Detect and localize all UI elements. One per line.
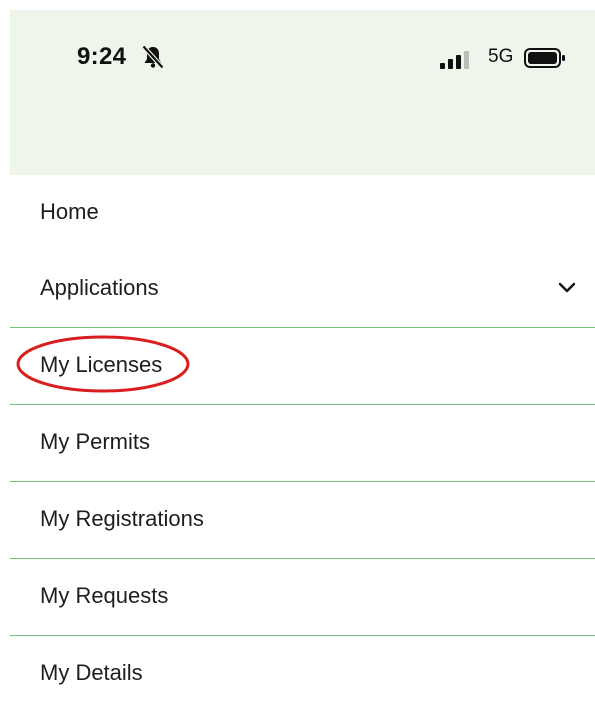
menu-item-label: Home [40, 199, 99, 224]
menu-item-label: My Details [40, 660, 143, 685]
network-type: 5G [488, 46, 514, 67]
signal-bars-icon [440, 51, 469, 69]
header-area: 9:24 5G [10, 10, 595, 175]
menu-item-label: My Licenses [40, 352, 163, 377]
menu-item-my-registrations[interactable]: My Registrations [10, 482, 595, 559]
menu-item-home[interactable]: Home [10, 175, 595, 251]
menu-item-label: My Permits [40, 429, 150, 454]
menu-item-my-permits[interactable]: My Permits [10, 405, 595, 482]
menu-item-label: My Requests [40, 583, 169, 608]
menu-item-applications[interactable]: Applications [10, 251, 595, 328]
menu-item-my-licenses[interactable]: My Licenses [10, 328, 595, 405]
bell-slash-icon [141, 44, 165, 70]
menu-item-my-requests[interactable]: My Requests [10, 559, 595, 636]
battery-icon [524, 48, 565, 68]
menu-item-my-details[interactable]: My Details [10, 636, 595, 713]
navigation-menu: Home Applications My Licenses My Permits… [10, 175, 595, 713]
chevron-down-icon[interactable] [557, 281, 577, 295]
status-time: 9:24 [77, 43, 127, 70]
menu-item-label: My Registrations [40, 506, 204, 531]
menu-item-label: Applications [40, 275, 159, 300]
